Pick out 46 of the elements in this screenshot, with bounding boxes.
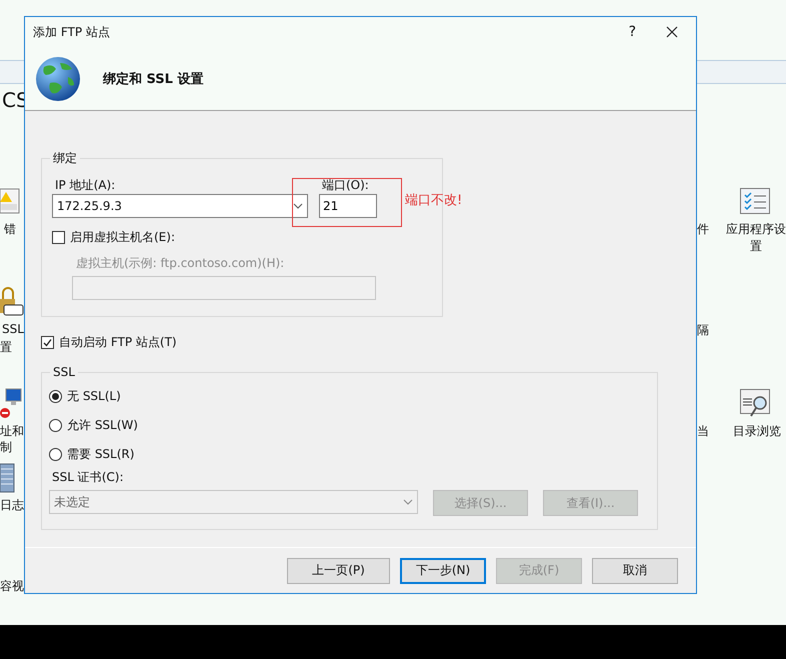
radio-button[interactable] <box>49 419 62 432</box>
feature-label: SSL <box>2 322 24 336</box>
feature-label: 隔 <box>697 322 709 339</box>
window-title: 添加 FTP 站点 <box>33 24 111 40</box>
page-heading: 绑定和 SSL 设置 <box>103 70 204 88</box>
feature-label: 目录浏览 <box>733 423 781 440</box>
wizard-button[interactable]: 取消 <box>592 558 678 584</box>
checkbox-label: 启用虚拟主机名(E): <box>70 229 175 246</box>
wizard-button[interactable]: 上一页(P) <box>287 558 390 584</box>
feature-label: 应用程序设 <box>726 221 786 238</box>
virtual-host-field[interactable] <box>72 276 376 300</box>
feature-label: 置 <box>0 339 12 356</box>
port-label: 端口(O): <box>321 177 370 193</box>
feature-label: 制 <box>0 439 12 456</box>
checkbox-label: 自动启动 FTP 站点(T) <box>59 334 177 351</box>
radio-button[interactable] <box>49 448 62 461</box>
certificate-label: SSL 证书(C): <box>51 469 125 485</box>
close-icon[interactable] <box>666 26 678 38</box>
ip-address-dropdown[interactable]: 172.25.9.3 <box>52 194 308 218</box>
help-button[interactable]: ? <box>628 24 636 40</box>
radio-button[interactable] <box>49 390 62 403</box>
radio-label: 需要 SSL(R) <box>67 446 134 463</box>
feature-label: 错 <box>4 221 16 238</box>
wizard-button[interactable]: 下一步(N) <box>400 558 486 584</box>
feature-label: 日志 <box>0 497 24 514</box>
chevron-down-icon <box>293 203 303 209</box>
checkbox[interactable] <box>41 336 54 349</box>
feature-label: 容视 <box>0 578 24 595</box>
log-book-icon <box>0 463 16 493</box>
feature-label: 址和 <box>0 423 24 440</box>
globe-icon <box>34 54 82 102</box>
port-field[interactable]: 21 <box>319 194 377 218</box>
chevron-down-icon <box>403 499 413 505</box>
group-legend: 绑定 <box>50 151 80 165</box>
checkbox[interactable] <box>52 231 65 244</box>
checklist-icon <box>740 188 770 214</box>
ip-address-label: IP 地址(A): <box>54 177 116 193</box>
directory-browse-icon <box>740 389 770 418</box>
group-legend: SSL <box>50 365 78 379</box>
virtual-host-label: 虚拟主机(示例: ftp.contoso.com)(H): <box>75 255 286 271</box>
radio-label: 无 SSL(L) <box>67 388 121 405</box>
feature-label: 置 <box>750 238 762 255</box>
radio-label: 允许 SSL(W) <box>67 417 138 434</box>
feature-label: 当 <box>697 423 709 440</box>
annotation-note: 端口不改! <box>405 192 462 209</box>
feature-label: 件 <box>697 221 709 238</box>
